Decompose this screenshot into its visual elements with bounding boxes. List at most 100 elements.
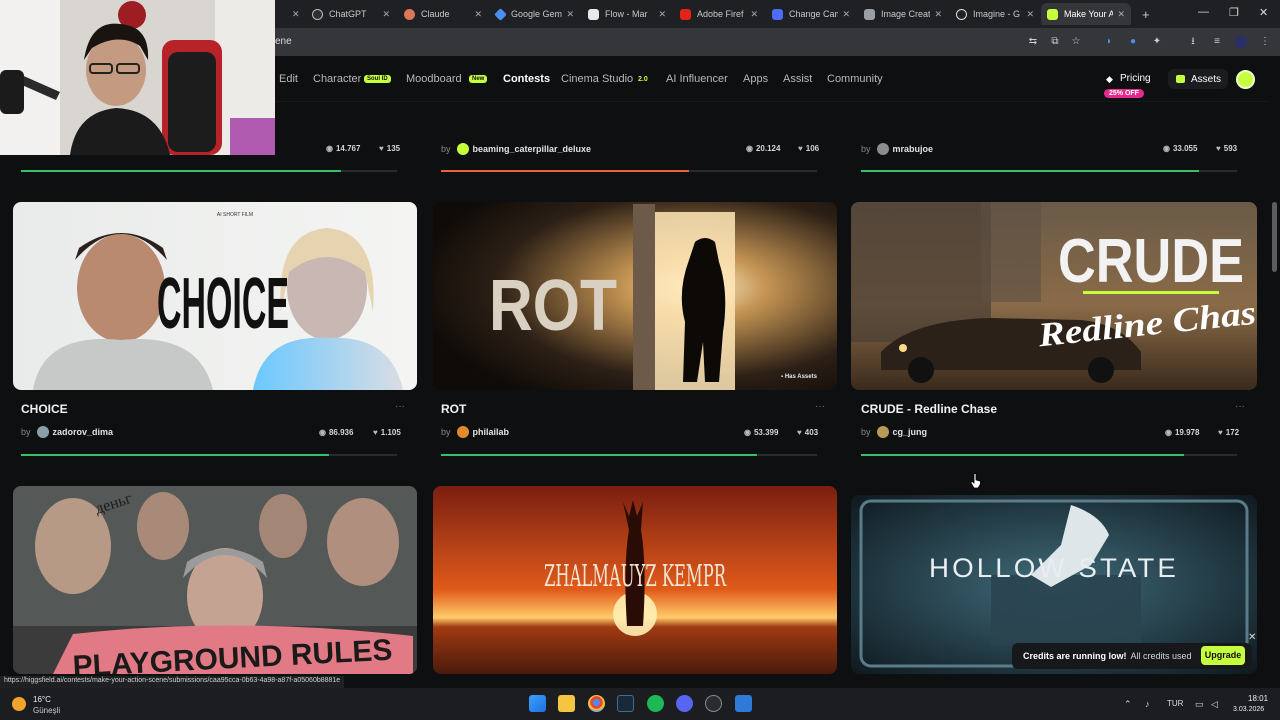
nav-apps[interactable]: Apps xyxy=(743,73,768,85)
tab-claude[interactable]: Claude ✕ xyxy=(398,3,488,25)
new-tab-button[interactable]: + xyxy=(1136,3,1152,25)
close-icon[interactable]: ✕ xyxy=(1248,632,1256,643)
close-icon[interactable]: ✕ xyxy=(382,9,390,20)
file-explorer-icon[interactable] xyxy=(558,695,575,712)
clock-date[interactable]: 3.03.2026 xyxy=(1233,706,1264,713)
minimize-icon[interactable]: — xyxy=(1198,6,1209,18)
tab-label: Imagine - G xyxy=(973,9,1021,19)
close-icon[interactable]: ✕ xyxy=(658,9,666,20)
network-icon[interactable]: ▭ xyxy=(1195,699,1204,710)
install-icon[interactable]: ⧉ xyxy=(1049,36,1061,48)
progress-fill xyxy=(21,454,330,456)
extension-icon[interactable]: ● xyxy=(1127,36,1139,48)
tab-change-cam[interactable]: Change Cam ✕ xyxy=(766,3,856,25)
nav-assist[interactable]: Assist xyxy=(783,73,812,85)
scrollbar-thumb[interactable] xyxy=(1272,202,1277,272)
pricing-link[interactable]: Pricing xyxy=(1120,73,1151,84)
tab-firefly[interactable]: Adobe Firef ✕ xyxy=(674,3,764,25)
like-count[interactable]: ♥ 1.105 xyxy=(373,428,401,437)
card-title[interactable]: CRUDE - Redline Chase xyxy=(861,402,997,416)
card-thumbnail-rot[interactable]: ROT ▪ Has Assets xyxy=(433,202,837,390)
more-options-icon[interactable]: ··· xyxy=(395,401,405,412)
volume-icon[interactable]: ◁ xyxy=(1211,699,1218,710)
steam-icon[interactable] xyxy=(617,695,634,712)
tab-imagine[interactable]: Imagine - G ✕ xyxy=(950,3,1040,25)
spotify-icon[interactable] xyxy=(647,695,664,712)
card-author[interactable]: by zadorov_dima xyxy=(21,426,113,438)
close-icon[interactable]: ✕ xyxy=(566,9,574,20)
card-author[interactable]: by philailab xyxy=(441,426,509,438)
nav-ai-influencer[interactable]: AI Influencer xyxy=(666,73,728,85)
nav-contests[interactable]: Contests xyxy=(503,73,550,85)
higgsfield-icon xyxy=(1047,8,1058,20)
tab-label: Adobe Firef xyxy=(697,9,744,19)
card-author[interactable]: by cg_jung xyxy=(861,426,927,438)
close-icon[interactable]: ✕ xyxy=(842,9,850,20)
close-icon[interactable]: ✕ xyxy=(474,9,482,20)
close-icon[interactable]: ✕ xyxy=(1026,9,1034,20)
notepad-icon[interactable] xyxy=(735,695,752,712)
more-options-icon[interactable]: ··· xyxy=(1235,401,1245,412)
card-thumbnail-zhalmauyz-kempr[interactable]: ZHALMAUYZ KEMPR xyxy=(433,486,837,674)
obs-icon[interactable] xyxy=(705,695,722,712)
close-window-icon[interactable]: ✕ xyxy=(1259,6,1268,19)
microphone-icon[interactable]: ♪ xyxy=(1145,699,1150,709)
scrollbar-track[interactable] xyxy=(1270,58,1280,688)
tab-chatgpt[interactable]: ChatGPT ✕ xyxy=(306,3,396,25)
bookmark-star-icon[interactable]: ☆ xyxy=(1070,36,1082,48)
tab-image-creator[interactable]: Image Creat ✕ xyxy=(858,3,948,25)
upgrade-button[interactable]: Upgrade xyxy=(1201,646,1245,665)
windows-start-icon[interactable] xyxy=(529,695,546,712)
card-thumbnail-crude[interactable]: CRUDE Redline Chase xyxy=(851,202,1257,390)
nav-character[interactable]: Character xyxy=(313,73,361,85)
poster-title: CHOICE xyxy=(157,264,289,344)
plus-icon[interactable]: + xyxy=(1142,7,1150,22)
discord-icon[interactable] xyxy=(676,695,693,712)
nav-cinema-studio[interactable]: Cinema Studio xyxy=(561,73,633,85)
nav-community[interactable]: Community xyxy=(827,73,883,85)
card-thumbnail-playground-rules[interactable]: деньг PLAYGROUND RULES xyxy=(13,486,417,674)
nav-moodboard[interactable]: Moodboard xyxy=(406,73,462,85)
tab-search-icon[interactable]: ≡ xyxy=(1211,36,1223,48)
card-title[interactable]: ROT xyxy=(441,402,466,416)
poster-subtitle: AI SHORT FILM xyxy=(217,212,253,218)
close-icon[interactable]: ✕ xyxy=(934,9,942,20)
download-icon[interactable]: ⭳ xyxy=(1187,36,1199,48)
avatar xyxy=(876,426,889,438)
restore-icon[interactable]: ❐ xyxy=(1229,6,1239,19)
like-count[interactable]: ♥ 106 xyxy=(798,144,819,153)
tab-close-partial[interactable]: ✕ xyxy=(282,3,300,25)
card-author[interactable]: by beaming_caterpillar_deluxe xyxy=(441,143,591,155)
diamond-icon: ◆ xyxy=(1106,74,1113,84)
card-thumbnail-choice[interactable]: AI SHORT FILM CHOICE xyxy=(13,202,417,390)
extension-icon[interactable]: ◗ xyxy=(1103,36,1115,48)
by-label: by xyxy=(21,427,31,437)
chevron-up-icon[interactable]: ⌃ xyxy=(1124,699,1132,710)
assets-button[interactable]: Assets xyxy=(1168,69,1228,89)
nav-edit[interactable]: Edit xyxy=(279,73,298,85)
weather-temp[interactable]: 16°C xyxy=(33,695,51,704)
poster-title: CRUDE xyxy=(1058,227,1244,296)
close-icon[interactable]: ✕ xyxy=(292,9,300,20)
like-count[interactable]: ♥ 593 xyxy=(1216,144,1237,153)
tab-make-your-action[interactable]: Make Your A ✕ xyxy=(1041,3,1131,25)
menu-dots-icon[interactable]: ⋮ xyxy=(1259,36,1271,48)
translate-icon[interactable]: ⇆ xyxy=(1027,36,1039,48)
chrome-icon[interactable] xyxy=(588,695,605,712)
tab-gemini[interactable]: Google Gem ✕ xyxy=(490,3,580,25)
card-author[interactable]: by mrabujoe xyxy=(861,143,933,155)
avatar[interactable] xyxy=(1236,70,1255,89)
extensions-puzzle-icon[interactable]: ✦ xyxy=(1151,36,1163,48)
close-icon[interactable]: ✕ xyxy=(1117,9,1125,20)
profile-icon[interactable] xyxy=(1235,36,1247,48)
language-indicator[interactable]: TUR xyxy=(1167,699,1183,708)
card-title[interactable]: CHOICE xyxy=(21,402,68,416)
close-icon[interactable]: ✕ xyxy=(750,9,758,20)
weather-desc[interactable]: Güneşli xyxy=(33,706,60,715)
clock-time[interactable]: 18:01 xyxy=(1248,694,1268,703)
like-count[interactable]: ♥ 172 xyxy=(1218,428,1239,437)
like-count[interactable]: ♥ 135 xyxy=(379,144,400,153)
tab-flow[interactable]: Flow - Mar ✕ xyxy=(582,3,672,25)
more-options-icon[interactable]: ··· xyxy=(815,401,825,412)
like-count[interactable]: ♥ 403 xyxy=(797,428,818,437)
